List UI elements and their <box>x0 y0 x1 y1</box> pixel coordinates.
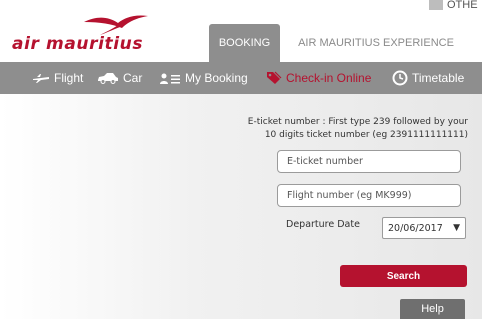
flight-number-input[interactable]: Flight number (eg MK999) <box>277 184 461 207</box>
nav-item-flight[interactable]: Flight <box>32 68 83 88</box>
departure-date-select[interactable]: 20/06/2017 ▼ <box>382 217 466 239</box>
person-list-icon <box>160 73 180 84</box>
instruction-line: E-ticket number : First type 239 followe… <box>247 117 468 127</box>
booking-nav-bar: Flight Car My Booking Check-in Online Ti… <box>0 62 482 94</box>
paille-en-queue-bird-icon <box>84 15 148 35</box>
dropdown-arrow-icon: ▼ <box>453 223 460 233</box>
logo-text: air mauritius <box>12 34 144 54</box>
plane-icon <box>33 74 49 83</box>
nav-item-label: Timetable <box>412 71 465 85</box>
nav-item-timetable[interactable]: Timetable <box>392 68 464 88</box>
search-button[interactable]: Search <box>340 265 467 287</box>
car-icon <box>98 73 118 84</box>
language-selector[interactable]: OTHE <box>429 0 478 11</box>
air-mauritius-logo[interactable]: air mauritius <box>10 14 165 54</box>
eticket-instructions: E-ticket number : First type 239 followe… <box>200 116 468 142</box>
flag-icon <box>429 0 443 10</box>
nav-item-check-in-online[interactable]: Check-in Online <box>266 68 371 88</box>
tag-icon <box>267 71 282 84</box>
tab-booking[interactable]: BOOKING <box>209 24 280 62</box>
nav-item-label: Car <box>123 71 143 85</box>
departure-date-label: Departure Date <box>286 219 360 230</box>
nav-item-label: Flight <box>54 71 84 85</box>
nav-item-label: My Booking <box>185 71 248 85</box>
instruction-line: 10 digits ticket number (eg 239111111111… <box>264 130 468 140</box>
nav-item-my-booking[interactable]: My Booking <box>159 68 248 88</box>
eticket-number-input[interactable]: E-ticket number <box>277 150 461 173</box>
departure-date-value: 20/06/2017 <box>388 222 443 234</box>
clock-icon <box>392 70 408 86</box>
language-label: OTHE <box>447 0 478 11</box>
check-in-panel: E-ticket number : First type 239 followe… <box>0 94 482 319</box>
help-button[interactable]: Help <box>400 299 465 319</box>
nav-item-car[interactable]: Car <box>97 68 142 88</box>
site-header: air mauritius OTHE BOOKING AIR MAURITIUS… <box>0 0 482 62</box>
nav-item-label: Check-in Online <box>286 71 372 85</box>
tab-air-mauritius-experience[interactable]: AIR MAURITIUS EXPERIENCE <box>284 24 468 62</box>
